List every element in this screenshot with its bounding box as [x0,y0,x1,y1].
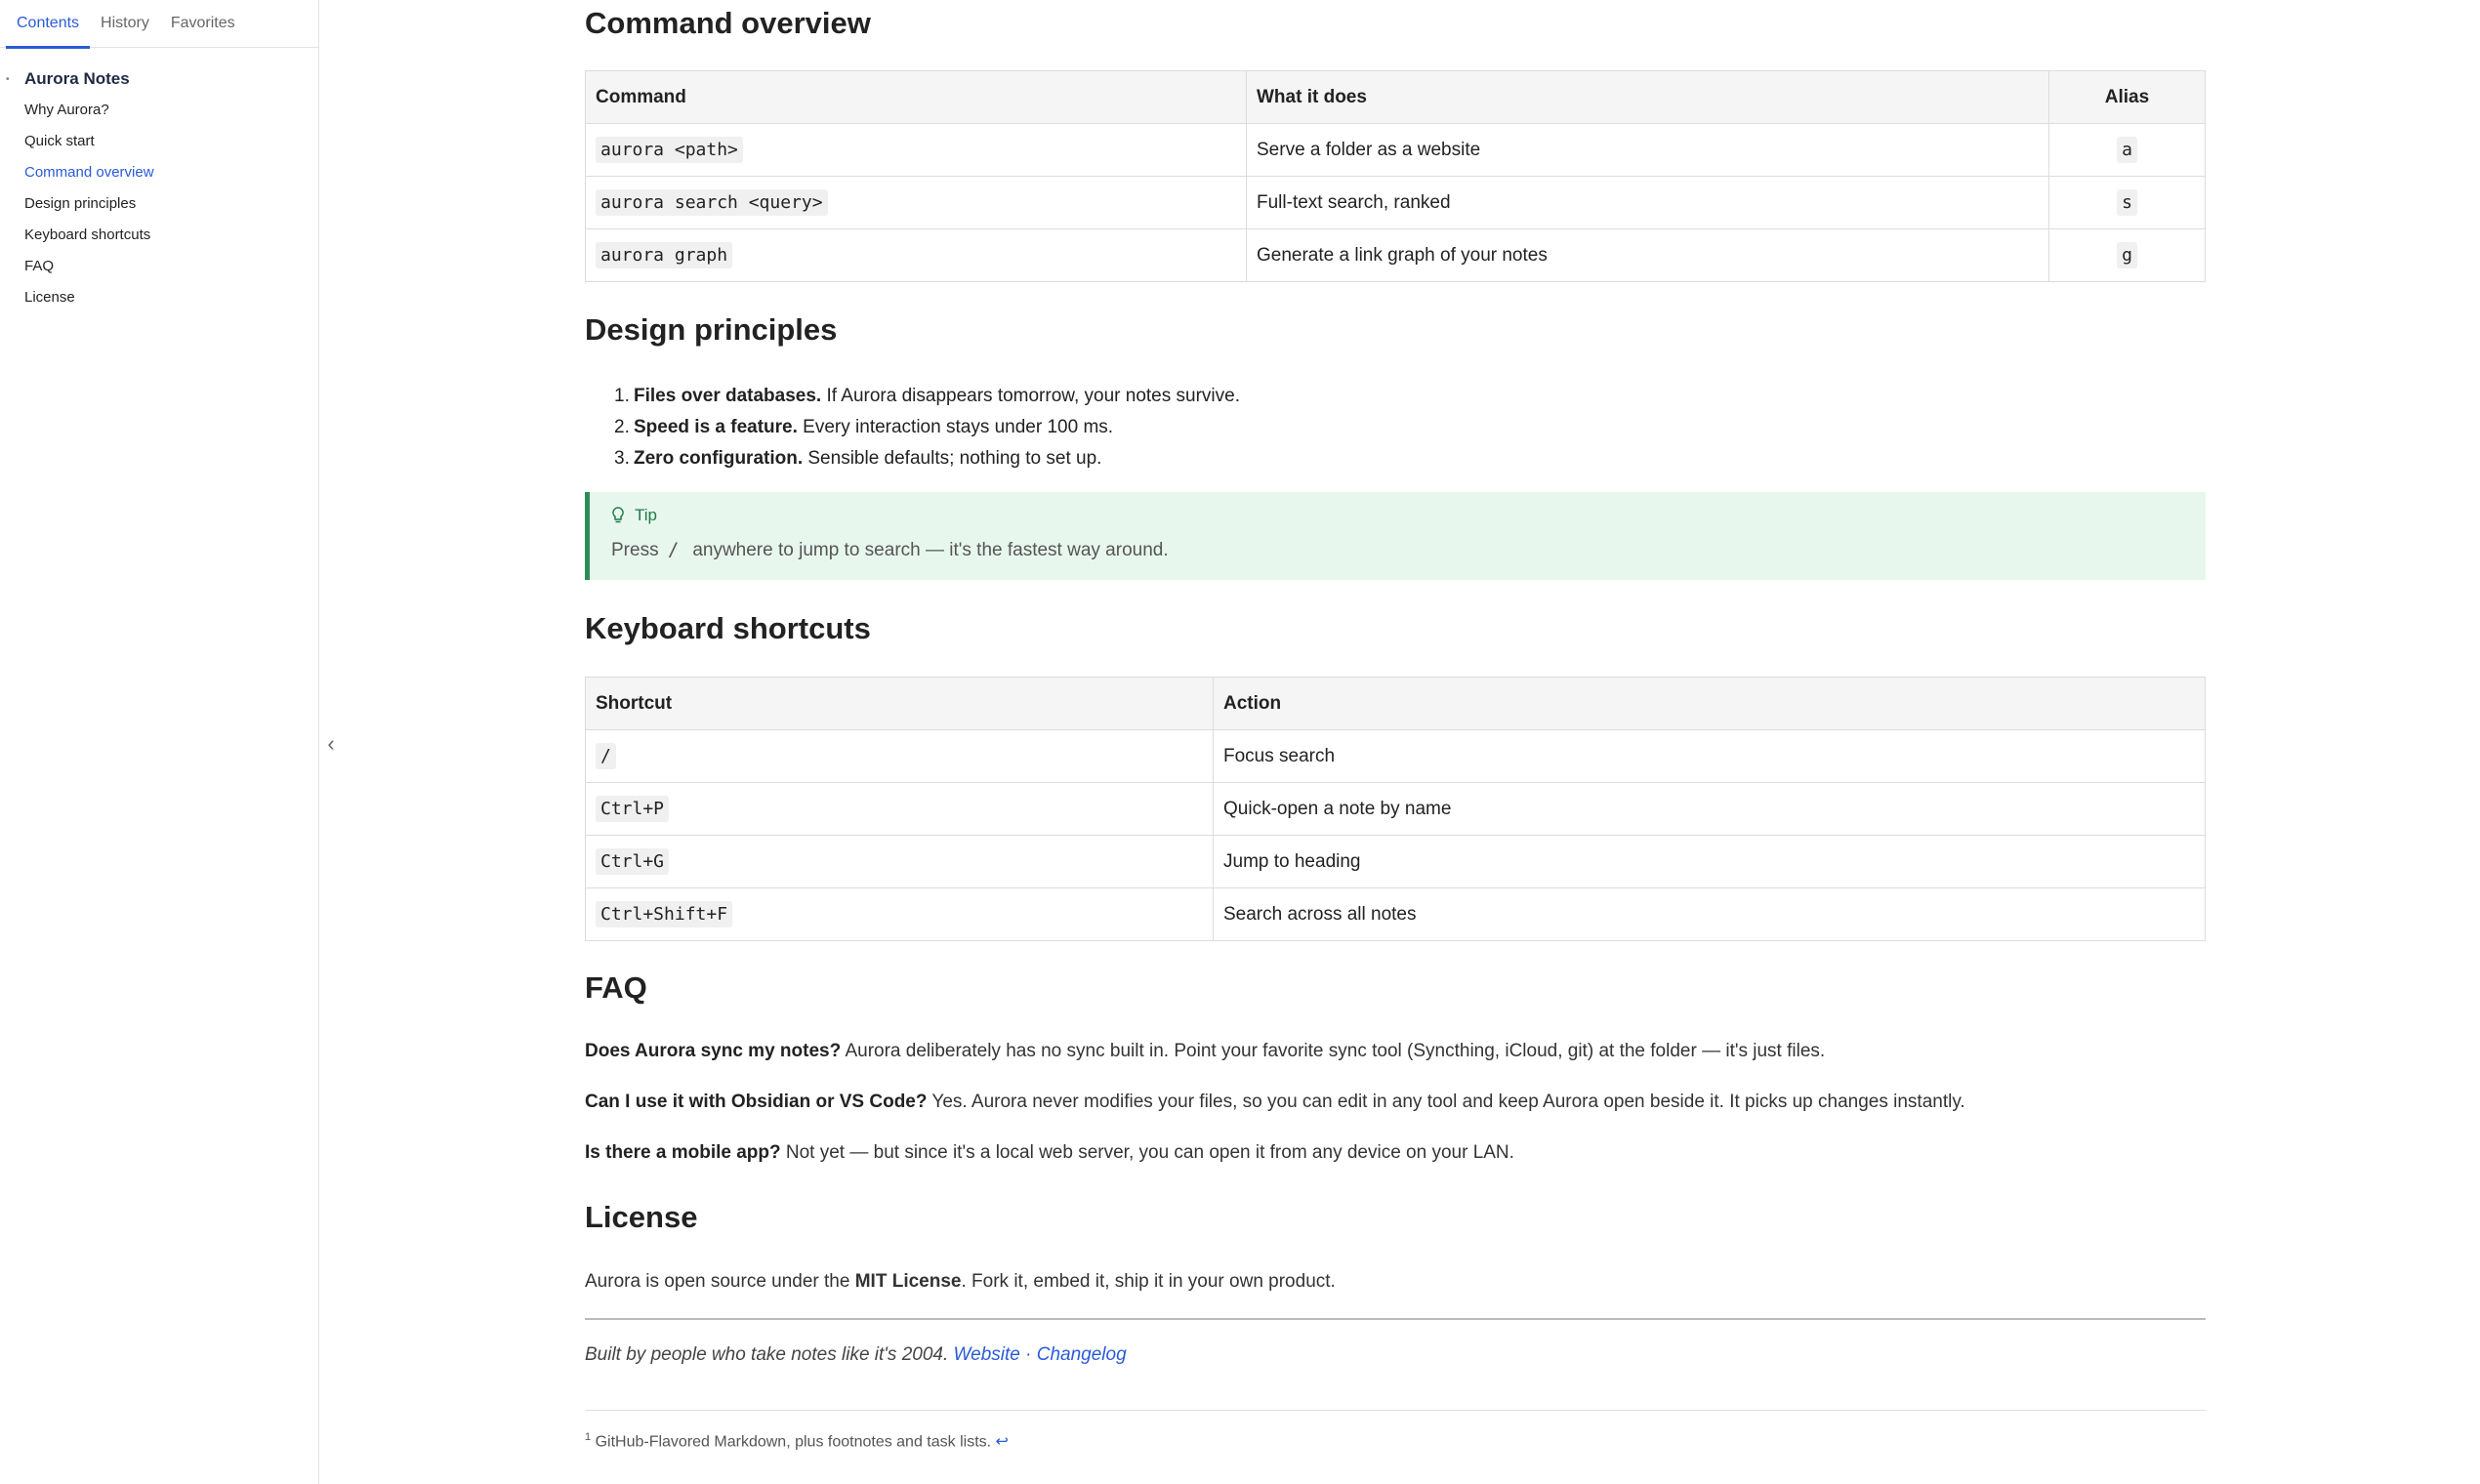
toc-item-why-aurora[interactable]: Why Aurora? [0,95,318,126]
heading-keyboard-shortcuts: Keyboard shortcuts [585,611,871,645]
sidebar: Contents History Favorites • Aurora Note… [0,0,319,1484]
table-row: Ctrl+G Jump to heading [585,835,2206,888]
heading-faq: FAQ [585,970,647,1005]
toc-item-quick-start[interactable]: Quick start [0,126,318,157]
faq-item: Does Aurora sync my notes? Aurora delibe… [585,1041,1826,1061]
table-row: aurora <path> Serve a folder as a websit… [585,123,2206,177]
column-header: Shortcut [585,677,1214,730]
footer-built-by: Built by people who take notes like it's… [585,1344,1127,1365]
list-item: 1. Files over databases. If Aurora disapp… [614,386,1240,406]
command-code: aurora <path> [596,136,743,163]
list-item: 3. Zero configuration. Sensible defaults;… [614,448,1102,469]
footnote: 1 GitHub-Flavored Markdown, plus footnot… [585,1431,1009,1451]
table-row: aurora search <query> Full-text search, … [585,176,2206,229]
table-cell: Quick-open a note by name [1213,782,2206,836]
tab-history[interactable]: History [90,0,160,48]
heading-command-overview: Command overview [585,6,871,40]
table-of-contents: • Aurora Notes Why Aurora? Quick start C… [0,48,318,313]
table-cell: Generate a link graph of your notes [1246,228,2049,282]
toc-item-command-overview[interactable]: Command overview [0,157,318,188]
tip-body: Press / anywhere to jump to search — it's… [611,539,1169,560]
lightbulb-icon [612,507,624,523]
table-cell: Search across all notes [1213,887,2206,941]
tab-favorites[interactable]: Favorites [160,0,246,48]
table-row: / Focus search [585,729,2206,783]
tip-title: Tip [635,506,657,524]
table-row: Ctrl+Shift+F Search across all notes [585,887,2206,941]
footnote-back-icon[interactable]: ↩ [996,1433,1009,1450]
column-header: What it does [1246,70,2049,124]
shortcuts-table: Shortcut Action / Focus search Ctrl+P Qu… [585,677,2206,941]
footnote-divider [585,1410,2206,1411]
heading-license: License [585,1200,698,1234]
shortcut-code: / [596,742,616,769]
table-cell: Serve a folder as a website [1246,123,2049,177]
faq-item: Is there a mobile app? Not yet — but sin… [585,1142,1514,1163]
toc-item-design-principles[interactable]: Design principles [0,188,318,220]
list-item: 2. Speed is a feature. Every interaction … [614,417,1114,437]
shortcut-code: Ctrl+P [596,795,670,822]
faq-item: Can I use it with Obsidian or VS Code? Y… [585,1092,1965,1112]
divider [585,1318,2206,1320]
heading-design-principles: Design principles [585,312,838,347]
toc-item-keyboard-shortcuts[interactable]: Keyboard shortcuts [0,220,318,251]
toc-item-license[interactable]: License [0,282,318,313]
table-cell: Full-text search, ranked [1246,176,2049,229]
alias-code: s [2117,188,2137,216]
sidebar-tabs: Contents History Favorites [0,0,318,49]
toc-item-faq[interactable]: FAQ [0,251,318,282]
command-code: aurora graph [596,241,733,268]
table-row: aurora graph Generate a link graph of yo… [585,228,2206,282]
command-table: Command What it does Alias aurora <path>… [585,70,2206,282]
table-cell: Jump to heading [1213,835,2206,888]
tab-contents[interactable]: Contents [6,0,91,49]
website-link[interactable]: Website [954,1344,1020,1365]
column-header: Alias [2048,70,2206,124]
slash-key: / [667,539,680,560]
principles-list: 1. Files over databases. If Aurora disapp… [614,381,1240,474]
table-row: Ctrl+P Quick-open a note by name [585,782,2206,836]
changelog-link[interactable]: Changelog [1037,1344,1127,1365]
column-header: Command [585,70,1247,124]
alias-code: a [2117,136,2137,163]
toc-root-label: Aurora Notes [24,69,130,88]
collapse-sidebar-chevron-icon[interactable]: ‹ [319,732,343,756]
shortcut-code: Ctrl+Shift+F [596,900,733,928]
alias-code: g [2117,241,2137,268]
command-code: aurora search <query> [596,188,828,216]
column-header: Action [1213,677,2206,730]
license-text: Aurora is open source under the MIT Lice… [585,1271,1336,1292]
table-cell: Focus search [1213,729,2206,783]
bullet-icon: • [6,73,10,85]
shortcut-code: Ctrl+G [596,847,670,875]
toc-root[interactable]: • Aurora Notes [0,63,318,95]
tip-callout: Tip Press / anywhere to jump to search — … [585,492,2206,580]
